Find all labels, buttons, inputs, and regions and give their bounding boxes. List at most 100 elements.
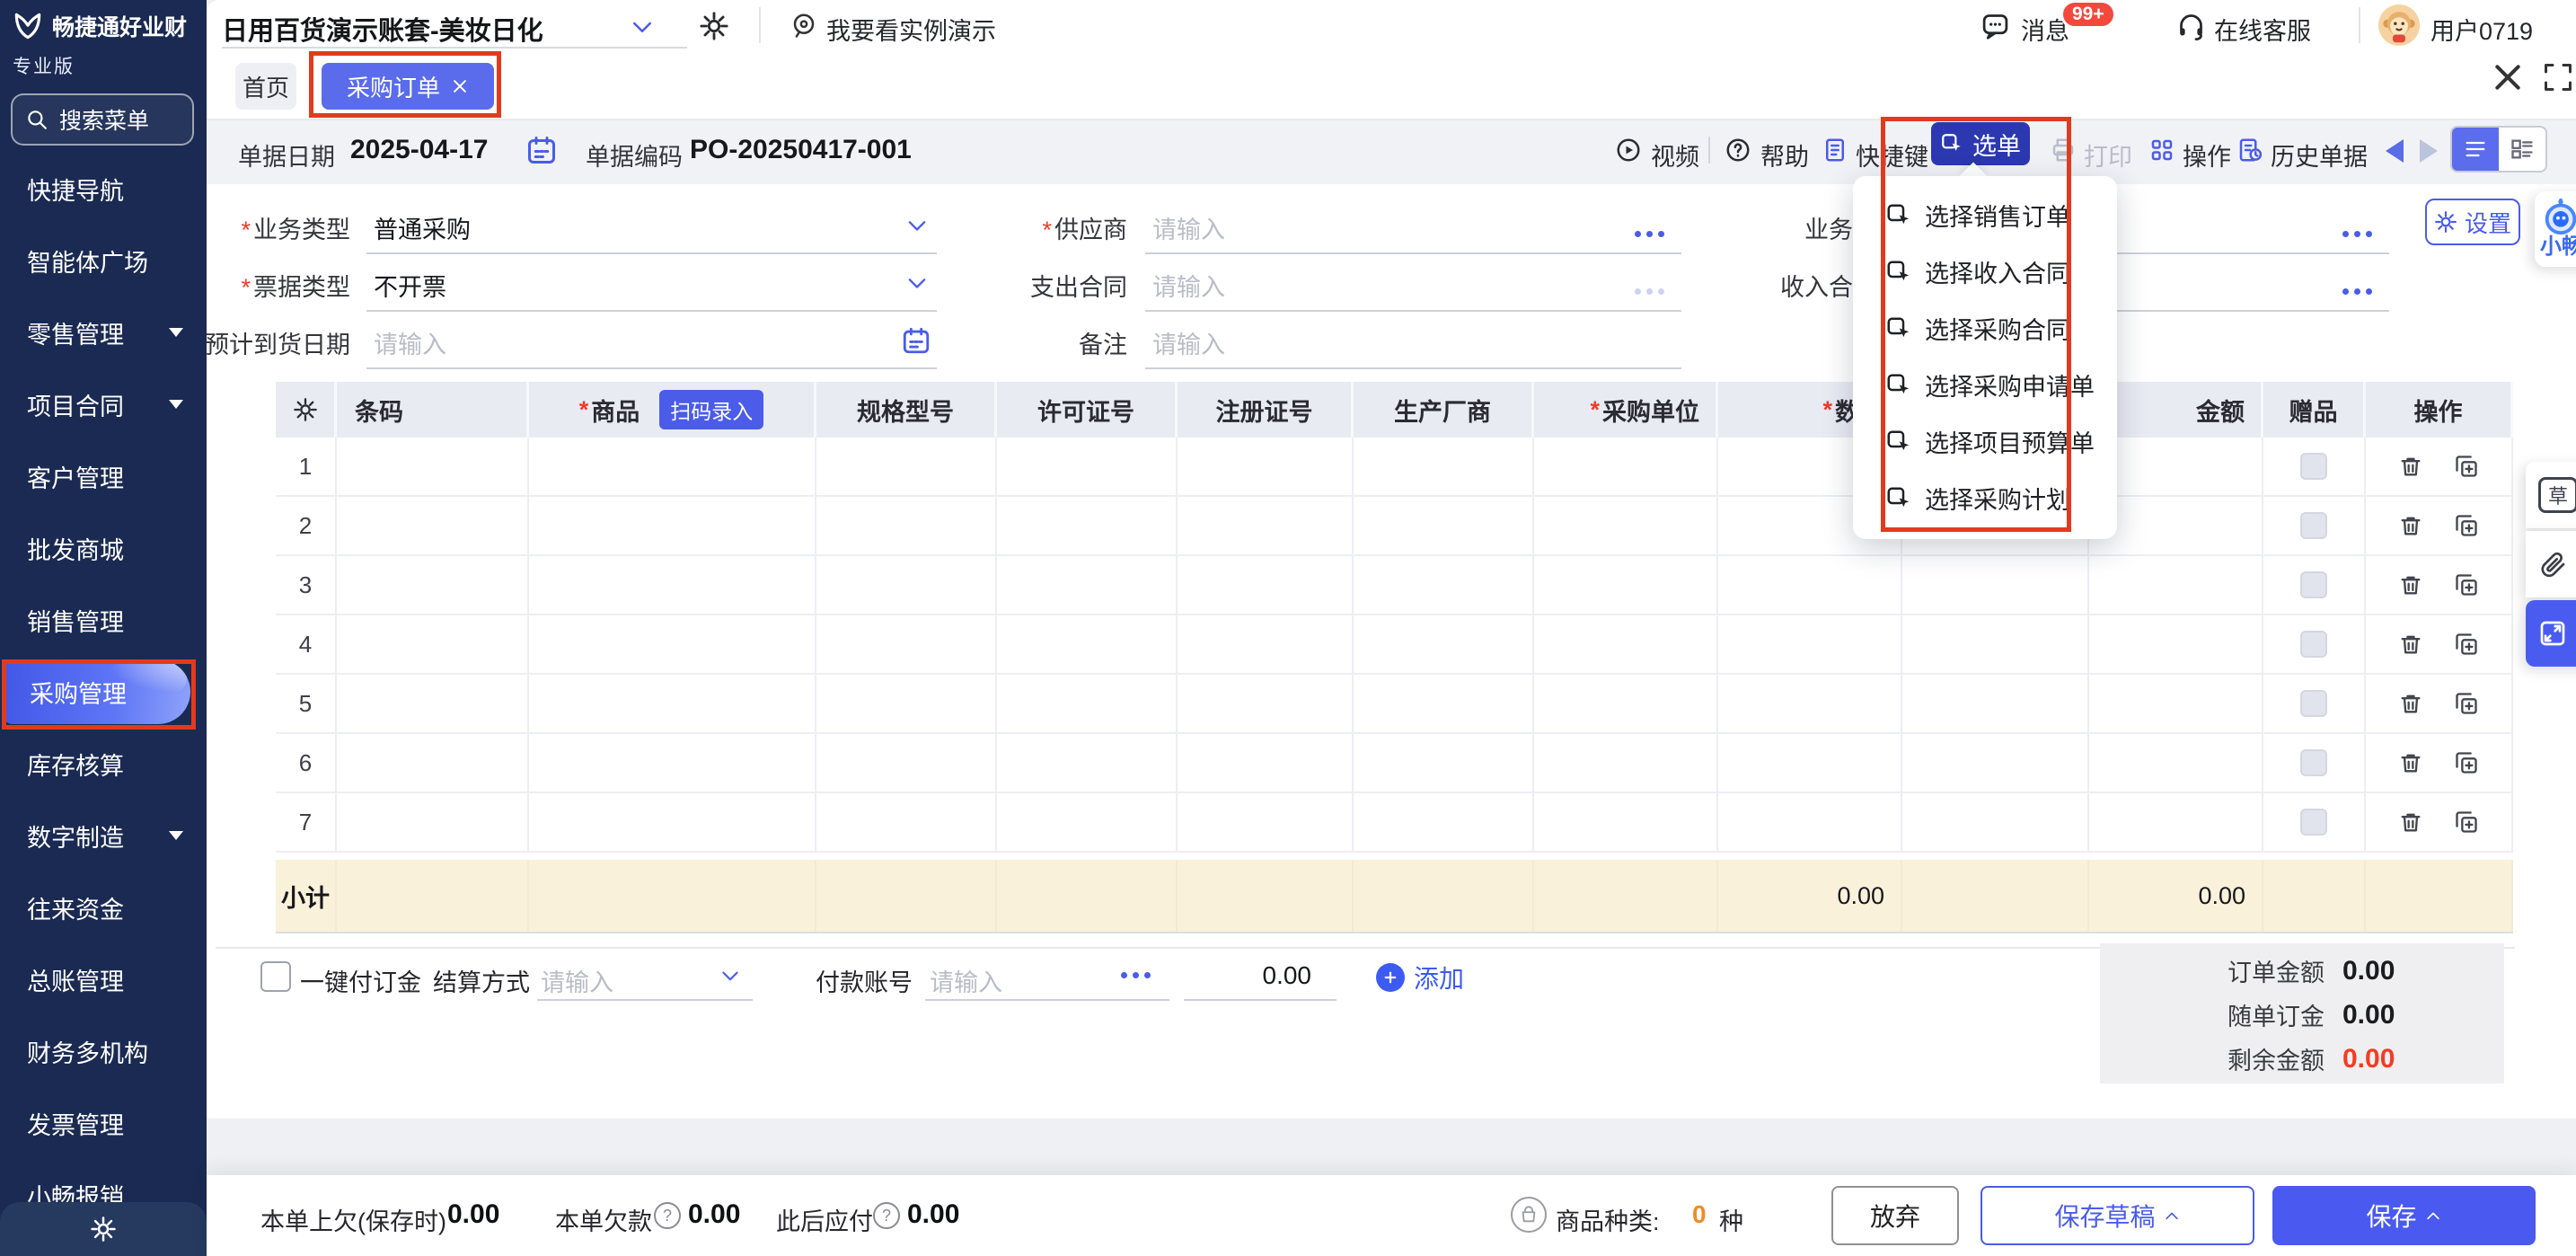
save-button[interactable]: 保存 — [2272, 1186, 2536, 1245]
cell[interactable] — [1718, 675, 1902, 732]
support-headset-icon[interactable] — [2176, 11, 2206, 40]
cell[interactable] — [2366, 438, 2513, 495]
gift-checkbox[interactable] — [2300, 453, 2327, 480]
cell[interactable] — [1902, 793, 2089, 851]
cell[interactable] — [2263, 734, 2366, 792]
cell[interactable] — [1718, 615, 1902, 673]
pay-account-input[interactable]: 请输入 — [930, 963, 1002, 998]
messages-icon[interactable] — [1981, 11, 2010, 40]
cell[interactable] — [1718, 734, 1902, 792]
cell[interactable] — [1178, 438, 1354, 495]
cell[interactable] — [1178, 675, 1354, 732]
actions-icon[interactable] — [2148, 137, 2175, 164]
cell[interactable] — [816, 556, 997, 614]
business-type-field[interactable]: 普通采购 — [374, 210, 471, 245]
demo-link[interactable]: 我要看实例演示 — [826, 12, 996, 47]
prev-doc-arrow-icon[interactable] — [2386, 139, 2404, 163]
cell[interactable] — [816, 497, 997, 554]
ai-assistant[interactable]: 小畅 — [2535, 191, 2576, 267]
support-label[interactable]: 在线客服 — [2214, 12, 2311, 47]
cell[interactable] — [1902, 615, 2089, 673]
sidebar-item-10[interactable]: 往来资金 — [0, 871, 207, 943]
sidebar-item-4[interactable]: 客户管理 — [0, 440, 207, 512]
sidebar-item-8[interactable]: 库存核算 — [0, 728, 207, 800]
cell[interactable] — [529, 734, 816, 792]
gift-checkbox[interactable] — [2300, 809, 2327, 836]
cell[interactable] — [2089, 675, 2263, 732]
supplier-field[interactable]: 请输入 — [1152, 210, 1225, 245]
sidebar-item-0[interactable]: 快捷导航 — [0, 153, 207, 225]
cell[interactable] — [1178, 497, 1354, 554]
cell[interactable] — [997, 497, 1178, 554]
cell[interactable] — [2366, 615, 2513, 673]
select-menu-item-0[interactable]: 选择销售订单 — [1853, 187, 2117, 243]
cell[interactable] — [1902, 734, 2089, 792]
cell[interactable] — [2263, 497, 2366, 554]
select-menu-item-5[interactable]: 选择采购计划 — [1853, 470, 2117, 526]
gift-checkbox[interactable] — [2300, 571, 2327, 598]
cell[interactable] — [337, 734, 529, 792]
current-debt-help-icon[interactable]: ? — [654, 1202, 681, 1229]
expense-contract-field[interactable]: 请输入 — [1152, 268, 1225, 303]
delete-row-icon[interactable] — [2398, 691, 2423, 716]
cell[interactable] — [1354, 734, 1534, 792]
account-set-selector[interactable]: 日用百货演示账套-美妆日化 — [222, 10, 543, 48]
delete-row-icon[interactable] — [2398, 454, 2423, 479]
video-icon[interactable] — [1615, 137, 1642, 164]
cell[interactable] — [529, 675, 816, 732]
deposit-amount-value[interactable]: 0.00 — [1184, 961, 1311, 990]
settle-chevron-down-icon[interactable] — [719, 965, 742, 988]
cell[interactable] — [816, 793, 997, 851]
cell[interactable] — [337, 497, 529, 554]
sidebar-item-12[interactable]: 财务多机构 — [0, 1015, 207, 1087]
cell[interactable] — [1354, 438, 1534, 495]
discard-button[interactable]: 放弃 — [1831, 1186, 1959, 1245]
account-chevron-down-icon[interactable] — [629, 14, 656, 41]
history-icon[interactable] — [2236, 137, 2263, 164]
cell[interactable] — [2263, 556, 2366, 614]
copy-row-icon[interactable] — [2454, 513, 2479, 538]
save-draft-button[interactable]: 保存草稿 — [1981, 1186, 2254, 1245]
delete-row-icon[interactable] — [2398, 572, 2423, 597]
attachment-button[interactable] — [2526, 531, 2576, 597]
cell[interactable] — [2089, 793, 2263, 851]
cell[interactable] — [997, 793, 1178, 851]
cell[interactable] — [1354, 497, 1534, 554]
copy-row-icon[interactable] — [2454, 572, 2479, 597]
cell[interactable] — [1718, 556, 1902, 614]
column-header-0[interactable] — [276, 382, 337, 438]
close-icon[interactable] — [2490, 59, 2526, 95]
cell[interactable] — [816, 675, 997, 732]
settle-method-input[interactable]: 请输入 — [541, 963, 613, 998]
doc-date-value[interactable]: 2025-04-17 — [350, 135, 488, 165]
delete-row-icon[interactable] — [2398, 632, 2423, 657]
invoice-type-field[interactable]: 不开票 — [374, 268, 446, 303]
delete-row-icon[interactable] — [2398, 513, 2423, 538]
sidebar-item-1[interactable]: 智能体广场 — [0, 225, 207, 296]
cell[interactable] — [1902, 556, 2089, 614]
cell[interactable] — [1534, 556, 1718, 614]
sidebar-settings-button[interactable] — [0, 1202, 207, 1256]
topbar-gear-icon[interactable] — [699, 11, 729, 41]
cell[interactable] — [997, 615, 1178, 673]
cell[interactable] — [1354, 615, 1534, 673]
select-doc-button[interactable]: 选单 — [1931, 122, 2030, 165]
cell[interactable] — [337, 615, 529, 673]
gift-checkbox[interactable] — [2300, 631, 2327, 658]
cell[interactable] — [529, 438, 816, 495]
cell[interactable] — [2263, 615, 2366, 673]
select-menu-item-3[interactable]: 选择采购申请单 — [1853, 357, 2117, 413]
list-view-icon[interactable] — [2452, 128, 2499, 171]
help-button[interactable]: 帮助 — [1760, 137, 1809, 172]
cell[interactable] — [529, 497, 816, 554]
copy-row-icon[interactable] — [2454, 691, 2479, 716]
card-view-icon[interactable] — [2499, 128, 2545, 171]
cell[interactable] — [1178, 615, 1354, 673]
cell[interactable] — [2089, 615, 2263, 673]
sidebar-item-6[interactable]: 销售管理 — [0, 584, 207, 656]
doc-no-value[interactable]: PO-20250417-001 — [690, 135, 912, 165]
cell[interactable] — [1354, 793, 1534, 851]
cell[interactable] — [1534, 497, 1718, 554]
cell[interactable] — [1534, 793, 1718, 851]
select-menu-item-1[interactable]: 选择收入合同 — [1853, 243, 2117, 300]
